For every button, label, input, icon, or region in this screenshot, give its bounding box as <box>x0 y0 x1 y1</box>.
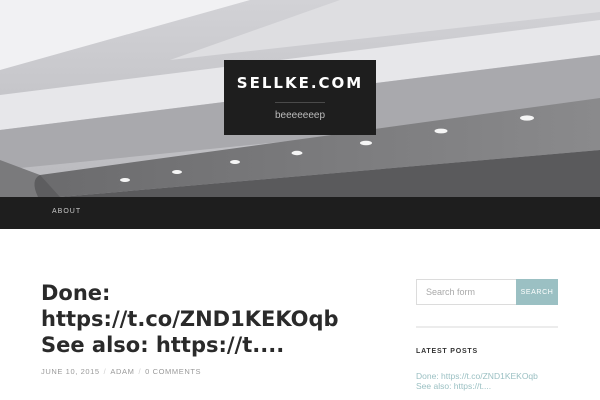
search-input[interactable] <box>416 279 516 305</box>
meta-separator: / <box>103 367 107 376</box>
meta-separator: / <box>138 367 142 376</box>
widget-divider <box>416 326 558 328</box>
branding-divider <box>275 102 325 103</box>
post-title[interactable]: Done: https://t.co/ZND1KEKOqb See also: … <box>41 280 371 358</box>
recent-post-line[interactable]: Done: https://t.co/ZND1KEKOqb <box>416 371 566 381</box>
post-comments-link[interactable]: 0 COMMENTS <box>145 367 201 376</box>
site-description: beeeeeeep <box>274 110 326 121</box>
main-navigation: ABOUT <box>0 197 600 229</box>
search-button[interactable]: SEARCH <box>516 279 558 305</box>
recent-post-line[interactable]: See also: https://t.... <box>416 381 566 391</box>
post-author-link[interactable]: ADAM <box>110 367 134 376</box>
post-meta: JUNE 10, 2015/ADAM/0 COMMENTS <box>41 367 201 376</box>
nav-item-about[interactable]: ABOUT <box>52 208 81 215</box>
post-date-link[interactable]: JUNE 10, 2015 <box>41 367 100 376</box>
post-title-line[interactable]: See also: https://t.... <box>41 332 371 358</box>
post-title-line[interactable]: https://t.co/ZND1KEKOqb <box>41 306 371 332</box>
recent-post-link[interactable]: Done: https://t.co/ZND1KEKOqb See also: … <box>416 371 566 391</box>
header-image: SELLKE.COM beeeeeeep <box>0 0 600 197</box>
post-title-line[interactable]: Done: <box>41 280 371 306</box>
site-branding: SELLKE.COM beeeeeeep <box>224 60 376 135</box>
recent-posts-title: LATEST POSTS <box>416 348 478 355</box>
site-title-link[interactable]: SELLKE.COM <box>224 74 376 92</box>
